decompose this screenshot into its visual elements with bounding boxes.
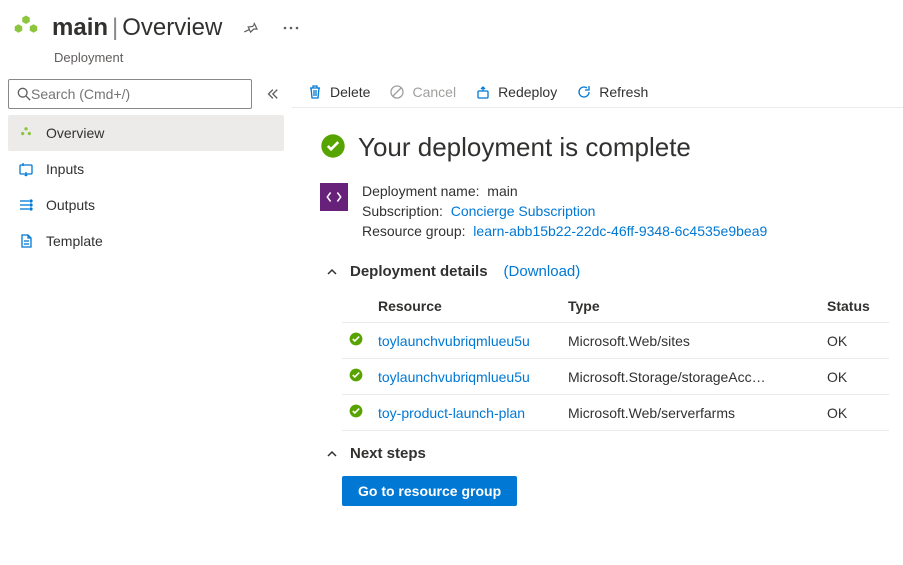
resource-status: OK [827,333,883,349]
resource-group-link[interactable]: learn-abb15b22-22dc-46ff-9348-6c4535e9be… [473,223,767,239]
cancel-button: Cancel [388,83,456,101]
subscription-label: Subscription: [362,203,443,219]
search-icon [17,87,31,101]
chevron-up-icon [324,446,340,462]
template-icon [16,233,36,249]
col-resource: Resource [378,298,568,314]
resource-link[interactable]: toylaunchvubriqmlueu5u [378,333,530,349]
resource-type: Microsoft.Storage/storageAcc… [568,369,827,385]
cancel-icon [388,83,406,101]
search-input[interactable] [31,86,243,102]
deployment-details-table: Resource Type Status toylaunchvubriqmlue… [342,290,889,431]
arm-template-icon [320,183,348,211]
section-title: Next steps [350,445,426,462]
row-status-icon [348,367,378,386]
inputs-icon [16,161,36,177]
col-status: Status [827,298,883,314]
resource-type: Microsoft.Web/serverfarms [568,405,827,421]
meta-block: Deployment name: main Subscription: Conc… [320,181,889,241]
resource-status: OK [827,405,883,421]
page-title: main|Overview [52,14,222,42]
sidebar-item-label: Outputs [46,197,95,213]
delete-button[interactable]: Delete [306,83,370,101]
redeploy-icon [474,83,492,101]
pin-icon[interactable] [240,17,262,39]
refresh-icon [575,83,593,101]
status-row: Your deployment is complete [320,132,889,163]
sidebar: Overview Inputs Outputs Template [0,75,292,534]
toolbar: Delete Cancel Redeploy Refresh [292,75,903,108]
deployment-details-toggle[interactable]: Deployment details (Download) [324,263,889,280]
table-row: toy-product-launch-plan Microsoft.Web/se… [342,395,889,431]
success-icon [320,133,346,162]
chevron-up-icon [324,264,340,280]
deployment-details-section: Deployment details (Download) Resource T… [320,263,889,431]
content: Your deployment is complete Deployment n… [292,108,903,534]
resource-type: Microsoft.Web/sites [568,333,827,349]
sidebar-item-label: Template [46,233,103,249]
deployment-name-value: main [487,183,517,199]
more-icon[interactable] [280,17,302,39]
col-type: Type [568,298,827,314]
search-box[interactable] [8,79,252,109]
resource-status: OK [827,369,883,385]
deployment-name-label: Deployment name: [362,183,480,199]
table-row: toylaunchvubriqmlueu5u Microsoft.Storage… [342,359,889,395]
sidebar-item-inputs[interactable]: Inputs [8,151,284,187]
resource-link[interactable]: toy-product-launch-plan [378,405,525,421]
next-steps-section: Next steps Go to resource group [320,445,889,506]
table-row: toylaunchvubriqmlueu5u Microsoft.Web/sit… [342,323,889,359]
row-status-icon [348,331,378,350]
title-bold: main [52,14,108,41]
sidebar-item-overview[interactable]: Overview [8,115,284,151]
deployment-icon [8,10,44,46]
delete-icon [306,83,324,101]
section-title: Deployment details [350,263,488,280]
tool-label: Redeploy [498,84,557,100]
title-rest: Overview [122,14,222,41]
resource-link[interactable]: toylaunchvubriqmlueu5u [378,369,530,385]
tool-label: Cancel [412,84,456,100]
download-link[interactable]: (Download) [504,263,581,280]
outputs-icon [16,197,36,213]
overview-icon [16,125,36,141]
next-steps-toggle[interactable]: Next steps [324,445,889,462]
main-panel: Delete Cancel Redeploy Refresh [292,75,903,534]
go-to-resource-group-button[interactable]: Go to resource group [342,476,517,506]
tool-label: Refresh [599,84,648,100]
refresh-button[interactable]: Refresh [575,83,648,101]
table-header: Resource Type Status [342,290,889,323]
sidebar-item-label: Overview [46,125,104,141]
resource-group-label: Resource group: [362,223,466,239]
sidebar-item-template[interactable]: Template [8,223,284,259]
subscription-link[interactable]: Concierge Subscription [451,203,596,219]
redeploy-button[interactable]: Redeploy [474,83,557,101]
row-status-icon [348,403,378,422]
tool-label: Delete [330,84,370,100]
page-header: main|Overview [0,0,903,50]
sidebar-item-outputs[interactable]: Outputs [8,187,284,223]
collapse-sidebar-icon[interactable] [260,82,284,106]
page-subtitle: Deployment [0,50,903,75]
sidebar-item-label: Inputs [46,161,84,177]
status-title: Your deployment is complete [358,132,691,163]
